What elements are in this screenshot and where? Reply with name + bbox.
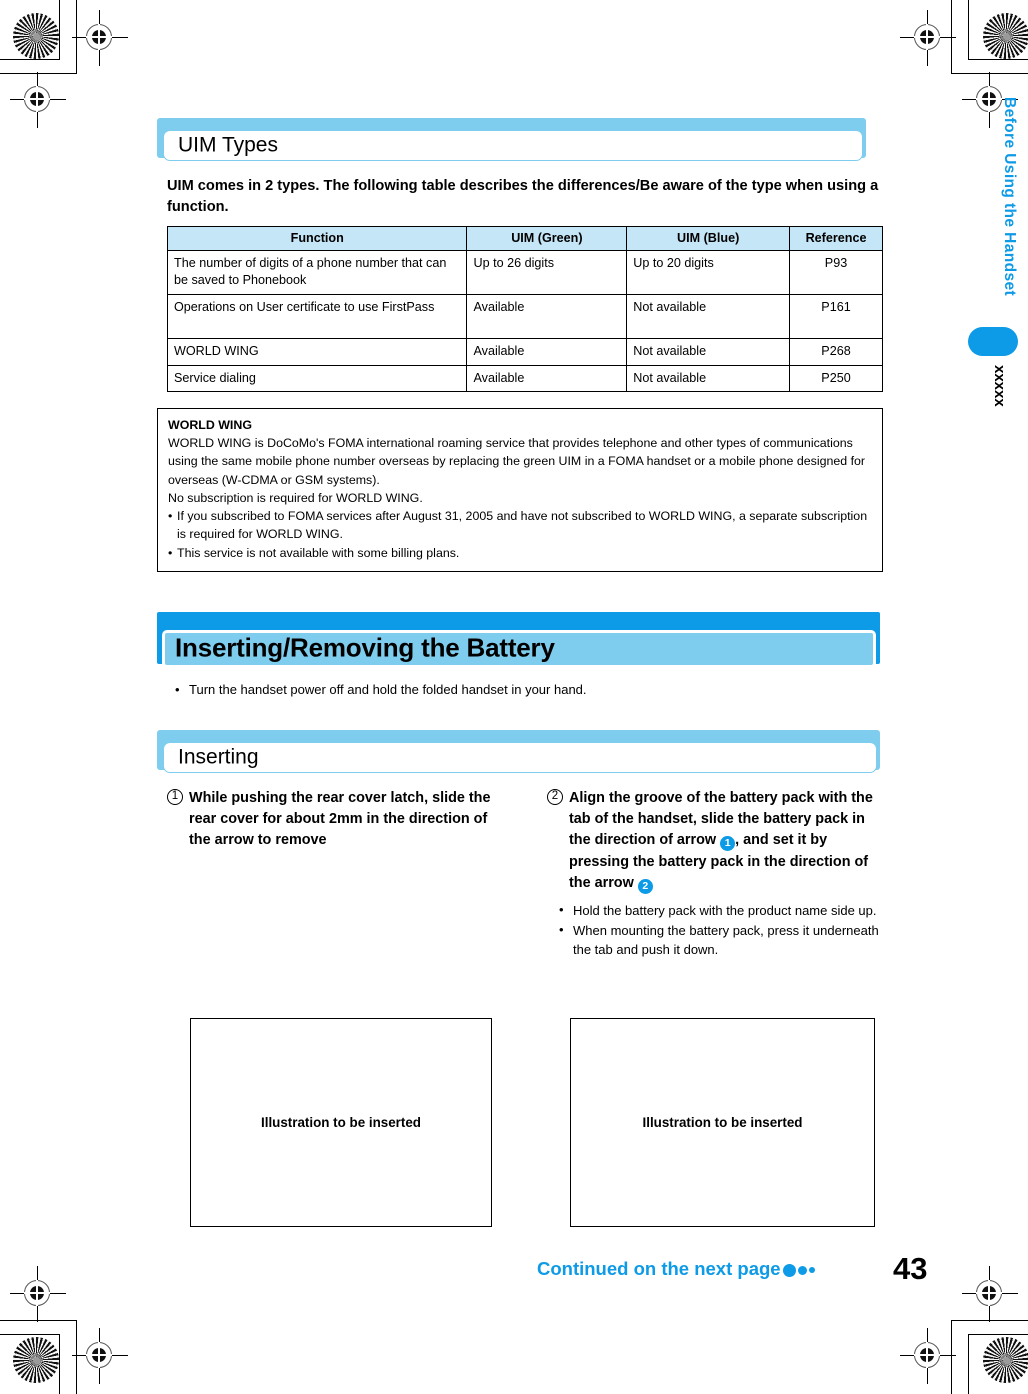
section-header-inserting-label: Inserting xyxy=(178,745,259,769)
battery-lead-bullet: • Turn the handset power off and hold the… xyxy=(175,682,587,699)
star-target-top-left xyxy=(13,13,59,59)
table-row: Operations on User certificate to use Fi… xyxy=(166,294,883,340)
section-header-inserting: Inserting xyxy=(157,730,880,773)
step-2: 2 Align the groove of the battery pack wi… xyxy=(547,788,887,972)
continued-footer: Continued on the next page xyxy=(537,1258,815,1280)
step-1-text: While pushing the rear cover latch, slid… xyxy=(189,790,491,849)
column-header-uim-green: UIM (Green) xyxy=(466,225,628,252)
note-box-paragraph: WORLD WING is DoCoMo's FOMA internationa… xyxy=(168,436,866,487)
uim-intro-text: UIM comes in 2 types. The following tabl… xyxy=(167,178,879,215)
battery-lead-bullet-text: Turn the handset power off and hold the … xyxy=(189,682,587,697)
cell-function: Operations on User certificate to use Fi… xyxy=(166,294,468,340)
cell-function: WORLD WING xyxy=(166,338,468,366)
column-header-function: Function xyxy=(166,225,468,252)
note-box-title: WORLD WING xyxy=(168,418,252,432)
registration-mark-bottom-left-a xyxy=(10,1266,66,1322)
step-number-1-icon: 1 xyxy=(167,789,183,805)
star-target-bottom-left xyxy=(13,1337,59,1383)
star-target-top-right xyxy=(983,13,1028,59)
cell-uim-blue: Not available xyxy=(626,294,791,340)
crop-line-tr-h xyxy=(968,59,1028,61)
cell-uim-blue: Not available xyxy=(626,338,791,366)
registration-mark-bottom-right-b xyxy=(900,1328,956,1384)
crop-line-br-v xyxy=(968,1334,970,1394)
star-target-bottom-right xyxy=(983,1337,1028,1383)
step-number-2-icon: 2 xyxy=(547,789,563,805)
dot-small-icon xyxy=(808,1267,815,1274)
cell-uim-green: Available xyxy=(466,338,628,366)
cell-reference: P268 xyxy=(789,338,883,366)
section-header-uim-types-label: UIM Types xyxy=(178,133,278,157)
note-box-paragraph: No subscription is required for WORLD WI… xyxy=(168,490,423,505)
dot-large-icon xyxy=(782,1263,796,1277)
section-header-battery: Inserting/Removing the Battery xyxy=(157,612,880,668)
section-header-inserting-box: Inserting xyxy=(163,742,877,773)
crop-line-bl-v xyxy=(59,1334,61,1394)
illustration-placeholder-step-1: Illustration to be inserted xyxy=(190,1018,492,1227)
step-2-heading: 2 Align the groove of the battery pack wi… xyxy=(547,788,887,894)
cell-reference: P250 xyxy=(789,364,883,393)
list-item: When mounting the battery pack, press it… xyxy=(559,921,887,960)
uim-comparison-table: Function UIM (Green) UIM (Blue) Referenc… xyxy=(166,225,883,393)
arrow-marker-2-icon: 2 xyxy=(637,878,653,894)
step-1-heading: 1 While pushing the rear cover latch, sli… xyxy=(167,788,512,852)
section-header-uim-types-box: UIM Types xyxy=(163,130,863,161)
registration-mark-top-left-a xyxy=(72,10,128,66)
continued-footer-label: Continued on the next page xyxy=(537,1258,781,1279)
cell-uim-blue: Not available xyxy=(626,364,791,393)
illustration-placeholder-step-2: Illustration to be inserted xyxy=(570,1018,875,1227)
cell-uim-blue: Up to 20 digits xyxy=(626,250,791,296)
table-row: Service dialing Available Not available … xyxy=(166,364,883,393)
section-header-battery-label: Inserting/Removing the Battery xyxy=(175,632,555,663)
cell-reference: P161 xyxy=(789,294,883,340)
cell-uim-green: Available xyxy=(466,294,628,340)
bullet-icon: • xyxy=(175,682,180,697)
crop-line-tl-h xyxy=(0,59,60,61)
table-row: WORLD WING Available Not available P268 xyxy=(166,338,883,366)
note-box-bullet: This service is not available with some … xyxy=(168,544,872,562)
table-row: The number of digits of a phone number t… xyxy=(166,250,883,296)
section-header-battery-box: Inserting/Removing the Battery xyxy=(162,630,876,668)
registration-mark-bottom-right-a xyxy=(962,1266,1018,1322)
chapter-side-tab xyxy=(968,327,1018,356)
note-box-bullet: If you subscribed to FOMA services after… xyxy=(168,507,872,543)
table-header-row: Function UIM (Green) UIM (Blue) Referenc… xyxy=(166,225,883,252)
chapter-side-code: xxxxx xyxy=(991,365,1008,407)
manual-page: Before Using the Handset xxxxx UIM Types… xyxy=(0,0,1028,1394)
crop-line-tl-v xyxy=(59,0,61,60)
column-header-reference: Reference xyxy=(789,225,883,252)
registration-mark-top-right-a xyxy=(900,10,956,66)
list-item: Hold the battery pack with the product n… xyxy=(559,901,887,921)
cell-function: Service dialing xyxy=(166,364,468,393)
dot-medium-icon xyxy=(797,1265,807,1275)
arrow-marker-1-icon: 1 xyxy=(720,836,736,852)
crop-line-tr-v xyxy=(968,0,970,60)
chapter-side-title: Before Using the Handset xyxy=(1001,97,1018,297)
cell-reference: P93 xyxy=(789,250,883,296)
cell-uim-green: Available xyxy=(466,364,628,393)
cell-uim-green: Up to 26 digits xyxy=(466,250,628,296)
step-2-sub-bullets: Hold the battery pack with the product n… xyxy=(547,901,887,960)
cell-function: The number of digits of a phone number t… xyxy=(166,250,468,296)
column-header-uim-blue: UIM (Blue) xyxy=(626,225,791,252)
world-wing-note-box: WORLD WING WORLD WING is DoCoMo's FOMA i… xyxy=(157,408,883,572)
section-header-uim-types: UIM Types xyxy=(157,118,866,161)
registration-mark-bottom-left-b xyxy=(72,1328,128,1384)
crop-line-br-h xyxy=(968,1334,1028,1336)
registration-mark-top-left-b xyxy=(10,72,66,128)
page-number: 43 xyxy=(893,1251,928,1286)
crop-line-bl-h xyxy=(0,1334,60,1336)
step-1: 1 While pushing the rear cover latch, sli… xyxy=(167,788,512,852)
